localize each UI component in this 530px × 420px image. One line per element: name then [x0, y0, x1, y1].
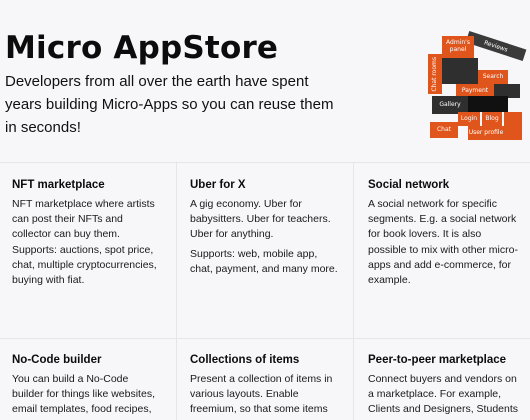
hero-section: Micro AppStore Developers from all over …	[0, 0, 530, 162]
card-title: Social network	[368, 179, 450, 191]
card-description: Present a collection of items in various…	[190, 373, 333, 420]
card-uber-for-x[interactable]: Uber for X A gig economy. Uber for babys…	[190, 179, 340, 277]
illustration-block-search: Search	[478, 70, 508, 84]
card-description: Connect buyers and vendors on a marketpl…	[368, 373, 518, 420]
illustration-block-blog: Blog	[482, 112, 502, 126]
card-collections-of-items[interactable]: Collections of items Present a collectio…	[190, 354, 340, 420]
page-subtitle: Developers from all over the earth have …	[5, 73, 334, 136]
illustration-block-dark-1	[442, 58, 478, 84]
card-title: NFT marketplace	[12, 179, 105, 191]
illustration-block-chat-rooms: Chat rooms	[428, 54, 442, 94]
card-description: Supports: web, mobile app, chat, payment…	[190, 247, 338, 275]
illustration-label-chat-rooms: Chat rooms	[430, 56, 438, 92]
card-title: Peer-to-peer marketplace	[368, 354, 507, 366]
card-description: You can build a No-Code builder for thin…	[12, 373, 155, 420]
illustration-block-login: Login	[458, 112, 480, 126]
micro-apps-illustration: Admin's panel Chat rooms Search Payment …	[424, 36, 528, 140]
card-description: A gig economy. Uber for babysitters. Ube…	[190, 198, 331, 241]
card-nft-marketplace[interactable]: NFT marketplace NFT marketplace where ar…	[12, 179, 162, 288]
illustration-block-dark-3	[468, 96, 508, 112]
micro-apps-grid: NFT marketplace NFT marketplace where ar…	[0, 162, 530, 420]
card-description: A social network for specific segments. …	[368, 198, 518, 287]
card-title: Uber for X	[190, 179, 246, 191]
illustration-block-orange-tail	[504, 112, 522, 140]
grid-divider	[0, 338, 530, 339]
grid-divider	[353, 163, 354, 420]
card-peer-to-peer-marketplace[interactable]: Peer-to-peer marketplace Connect buyers …	[368, 354, 518, 420]
illustration-block-admin: Admin's panel	[442, 36, 474, 58]
illustration-block-user-profile: User profile	[468, 126, 504, 140]
card-title: Collections of items	[190, 354, 300, 366]
page-title: Micro AppStore	[5, 30, 279, 66]
card-social-network[interactable]: Social network A social network for spec…	[368, 179, 518, 288]
card-no-code-builder[interactable]: No-Code builder You can build a No-Code …	[12, 354, 162, 420]
illustration-block-chat: Chat	[430, 122, 458, 138]
card-title: No-Code builder	[12, 354, 102, 366]
grid-divider	[176, 163, 177, 420]
card-description: NFT marketplace where artists can post t…	[12, 198, 157, 287]
